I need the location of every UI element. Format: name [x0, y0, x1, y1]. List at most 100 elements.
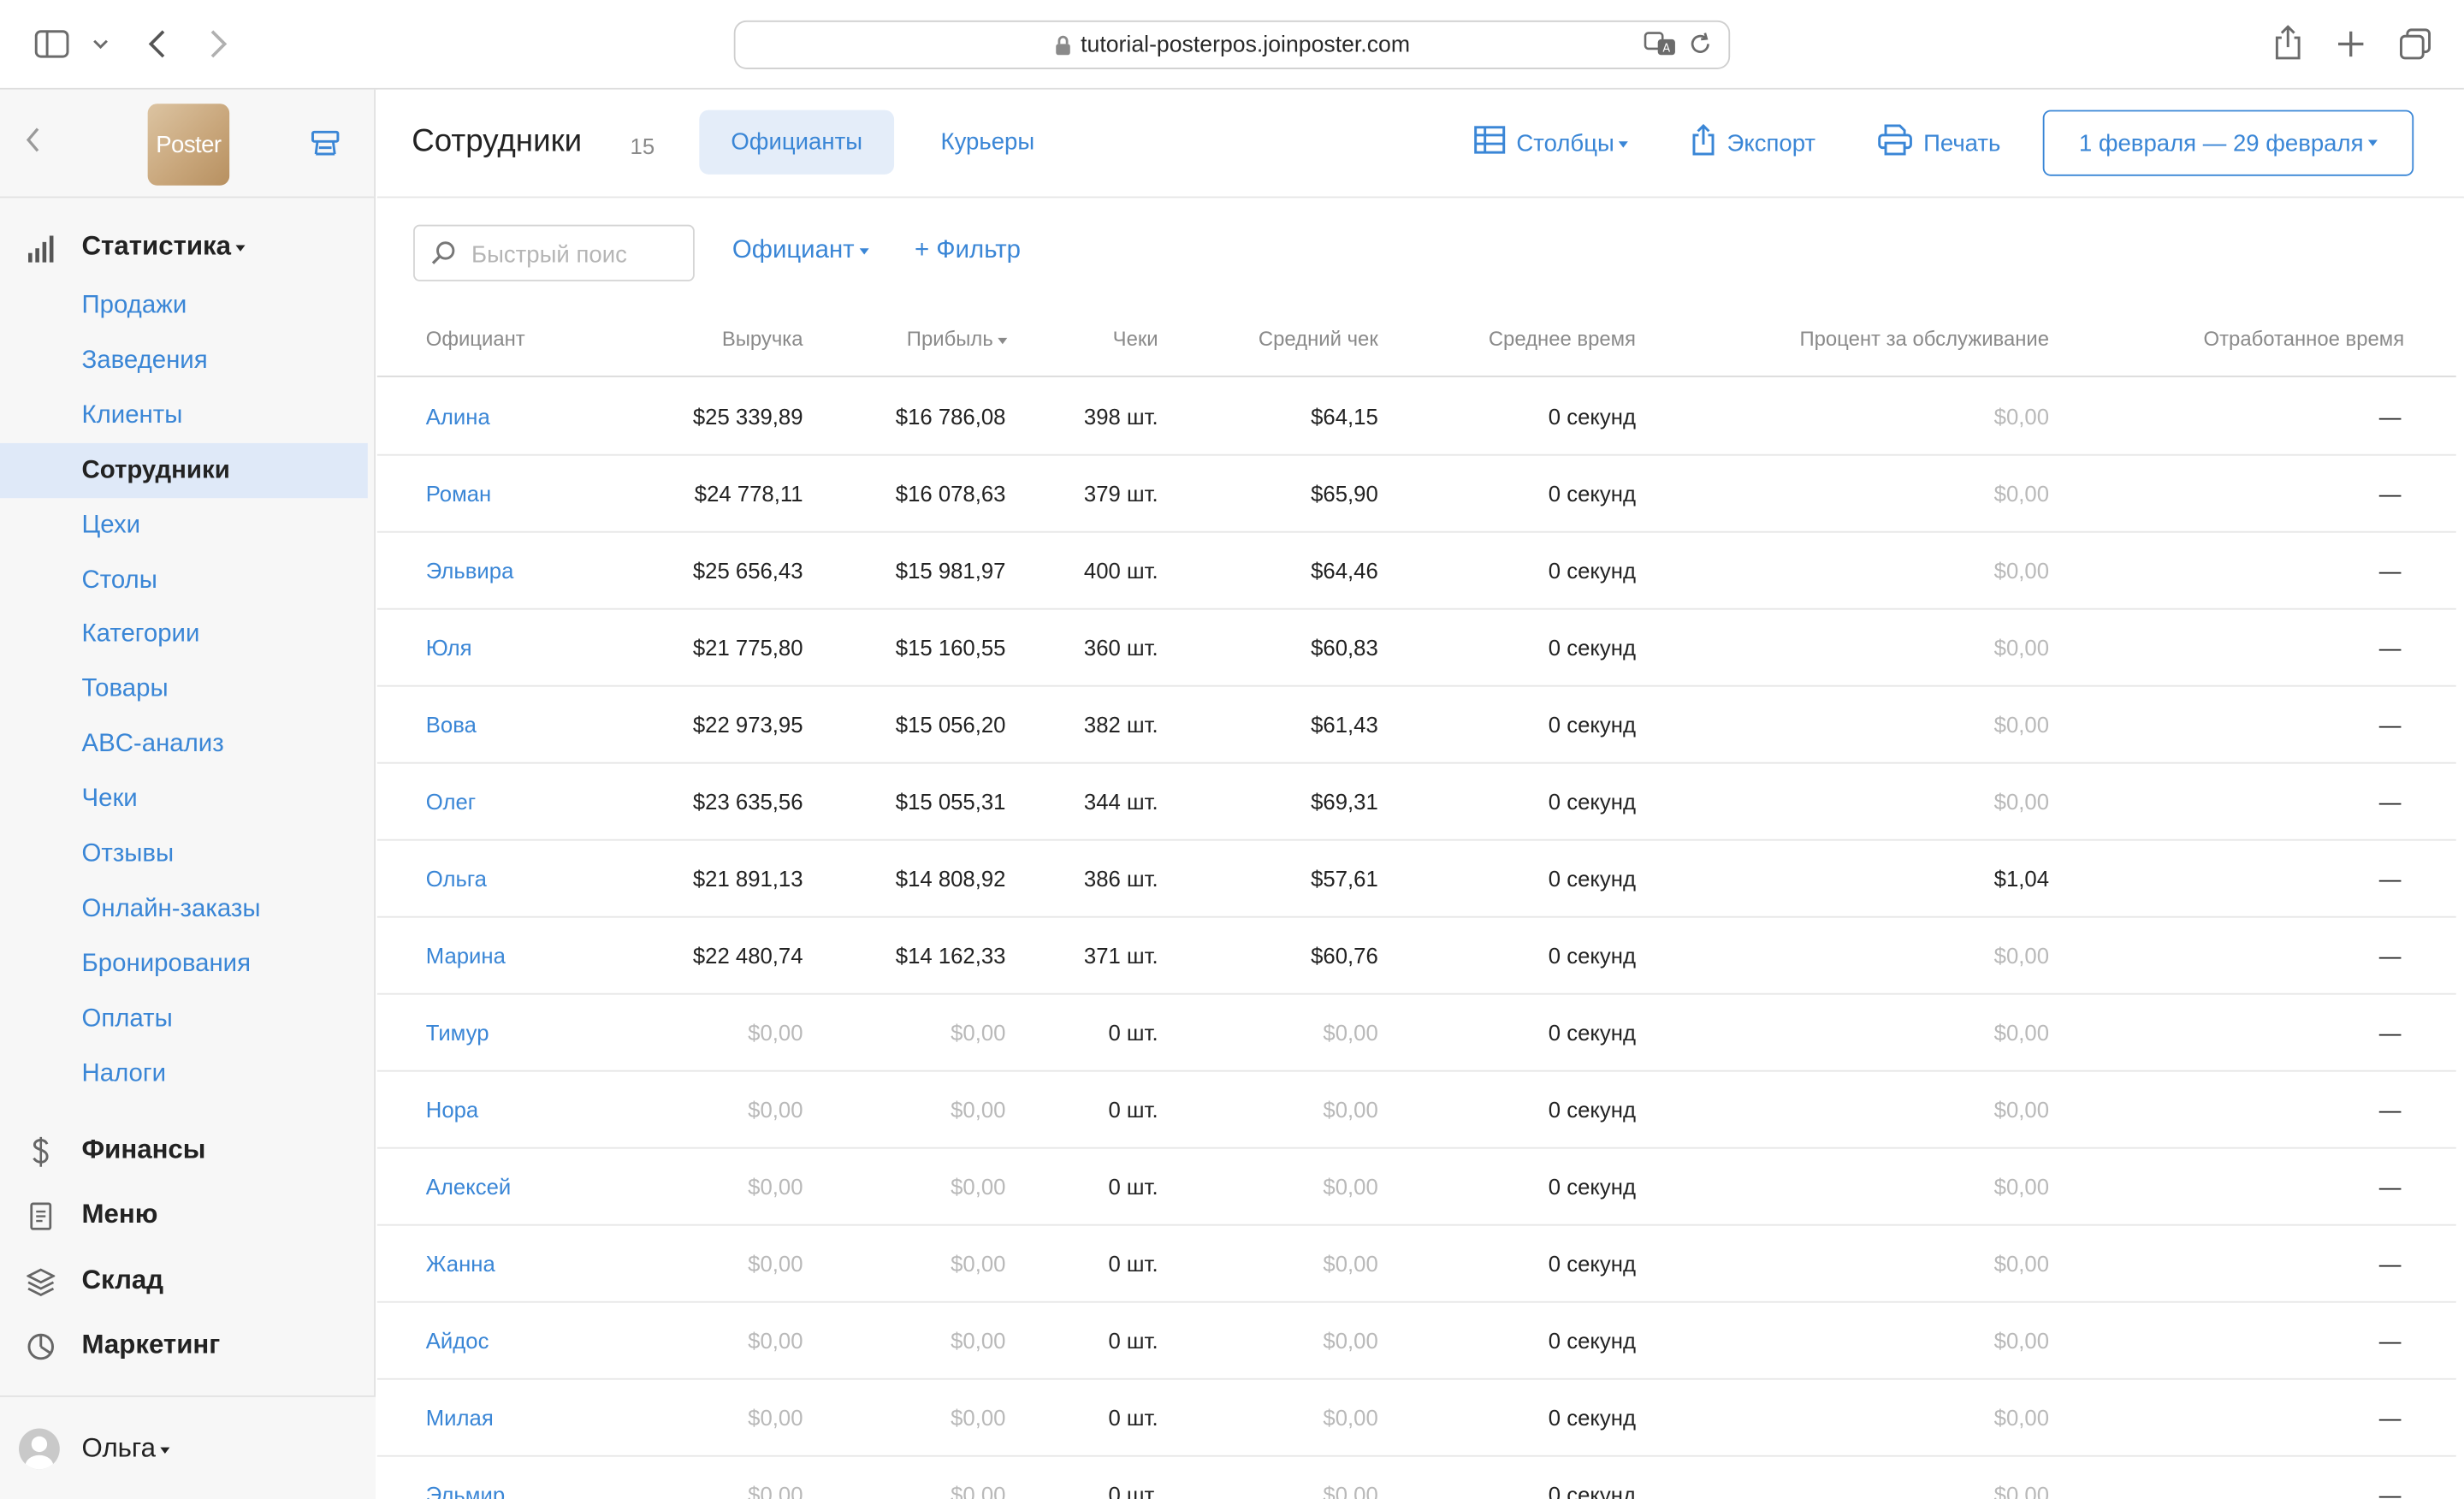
sidebar-section[interactable]: Маркетинг [0, 1317, 376, 1373]
avg-check-cell: $0,00 [1323, 1020, 1378, 1046]
sidebar-item[interactable]: Товары [0, 662, 368, 717]
column-header-checks[interactable]: Чеки [1113, 327, 1158, 351]
profit-cell: $0,00 [951, 1174, 1006, 1200]
employee-name-link[interactable]: Нора [426, 1097, 478, 1122]
search-input[interactable] [471, 235, 684, 274]
revenue-cell: $22 480,74 [692, 943, 803, 969]
forward-arrow-icon[interactable] [199, 25, 237, 62]
employee-name-link[interactable]: Юля [426, 635, 472, 660]
sidebar-item[interactable]: Цехи [0, 497, 368, 552]
avg-check-cell: $0,00 [1323, 1482, 1378, 1499]
worked-time-cell: — [2378, 404, 2402, 430]
tab-couriers[interactable]: Курьеры [913, 110, 1062, 175]
employee-name-link[interactable]: Эльмир [426, 1482, 505, 1499]
avg-time-cell: 0 секунд [1548, 789, 1637, 815]
revenue-cell: $0,00 [748, 1328, 803, 1354]
tabs-overview-icon[interactable] [2396, 25, 2434, 62]
checks-cell: 400 шт. [1083, 558, 1158, 584]
chevron-down-icon[interactable] [82, 25, 120, 62]
employee-name-link[interactable]: Айдос [426, 1328, 489, 1353]
waiter-filter-dropdown[interactable]: Официант [732, 237, 869, 265]
column-header-revenue[interactable]: Выручка [722, 327, 803, 351]
bar-chart-icon [25, 233, 56, 264]
profit-cell: $0,00 [951, 1405, 1006, 1431]
service-percent-cell: $0,00 [1993, 558, 2050, 584]
brand-logo[interactable]: Poster [147, 104, 230, 186]
tab-waiters[interactable]: Официанты [699, 110, 895, 175]
employee-name-link[interactable]: Марина [426, 943, 506, 968]
sidebar-section[interactable]: Склад [0, 1253, 376, 1309]
table-row: Айдос $0,00 $0,00 0 шт. $0,00 0 секунд $0,00 — [376, 1303, 2456, 1380]
sidebar-item[interactable]: Онлайн-заказы [0, 881, 368, 936]
profit-cell: $16 078,63 [895, 481, 1006, 507]
translate-icon[interactable]: A [1644, 32, 1678, 63]
profit-cell: $16 786,08 [895, 404, 1006, 430]
revenue-cell: $0,00 [748, 1174, 803, 1200]
sidebar-section[interactable]: Меню [0, 1187, 376, 1243]
new-tab-icon[interactable] [2332, 25, 2370, 62]
user-menu[interactable]: Ольга [0, 1395, 376, 1499]
employee-name-link[interactable]: Ольга [426, 866, 487, 891]
service-percent-cell: $0,00 [1993, 404, 2050, 430]
revenue-cell: $0,00 [748, 1097, 803, 1123]
service-percent-cell: $0,00 [1993, 635, 2050, 661]
pos-terminal-icon[interactable] [310, 127, 341, 167]
sidebar-item[interactable]: Налоги [0, 1046, 368, 1100]
checks-cell: 386 шт. [1083, 866, 1158, 892]
avg-check-cell: $64,46 [1311, 558, 1378, 584]
reload-icon[interactable] [1688, 32, 1713, 63]
avg-check-cell: $60,83 [1311, 635, 1378, 661]
sidebar-toggle-icon[interactable] [33, 25, 71, 62]
avg-time-cell: 0 секунд [1548, 1020, 1637, 1046]
sidebar-section-label: Маркетинг [81, 1329, 221, 1360]
employee-name-link[interactable]: Милая [426, 1405, 494, 1430]
sidebar-section[interactable]: Финансы [0, 1122, 376, 1178]
revenue-cell: $0,00 [748, 1405, 803, 1431]
sidebar-item[interactable]: Бронирования [0, 936, 368, 991]
add-filter-button[interactable]: + Фильтр [915, 237, 1021, 265]
sidebar-item[interactable]: Сотрудники [0, 442, 368, 498]
sidebar-section-statistics[interactable]: Статистика [0, 218, 376, 275]
column-header-waiter[interactable]: Официант [426, 327, 525, 351]
sidebar-item[interactable]: Чеки [0, 772, 368, 827]
sidebar-item[interactable]: Клиенты [0, 388, 368, 442]
export-button[interactable]: Экспорт [1691, 123, 1815, 162]
service-percent-cell: $0,00 [1993, 1328, 2050, 1354]
avg-check-cell: $60,76 [1311, 943, 1378, 969]
table-row: Милая $0,00 $0,00 0 шт. $0,00 0 секунд $0,00 — [376, 1380, 2456, 1457]
column-header-avg-time[interactable]: Среднее время [1489, 327, 1636, 351]
sidebar-item[interactable]: Категории [0, 607, 368, 662]
date-range-picker[interactable]: 1 февраля — 29 февраля [2042, 110, 2414, 176]
sidebar-item[interactable]: Продажи [0, 278, 368, 333]
employee-name-link[interactable]: Вова [426, 712, 477, 737]
employee-name-link[interactable]: Эльвира [426, 558, 514, 583]
sidebar: Poster Статистика Продажи Заведения Клиент… [0, 89, 376, 1499]
columns-button[interactable]: Столбцы [1474, 124, 1629, 162]
column-header-service-percent[interactable]: Процент за обслуживание [1799, 327, 2049, 351]
employee-name-link[interactable]: Тимур [426, 1020, 489, 1045]
sidebar-item[interactable]: ABC-анализ [0, 717, 368, 772]
revenue-cell: $21 775,80 [692, 635, 803, 661]
back-arrow-icon[interactable] [139, 25, 176, 62]
profit-cell: $14 808,92 [895, 866, 1006, 892]
sidebar-item[interactable]: Столы [0, 553, 368, 607]
employee-name-link[interactable]: Роман [426, 481, 492, 506]
collapse-sidebar-icon[interactable] [25, 127, 40, 161]
employee-name-link[interactable]: Алексей [426, 1174, 512, 1199]
column-header-avg-check[interactable]: Средний чек [1259, 327, 1378, 351]
sidebar-item[interactable]: Оплаты [0, 991, 368, 1046]
employee-name-link[interactable]: Олег [426, 789, 476, 814]
profit-cell: $0,00 [951, 1328, 1006, 1354]
employee-name-link[interactable]: Жанна [426, 1251, 495, 1276]
sidebar-item[interactable]: Заведения [0, 333, 368, 388]
print-button[interactable]: Печать [1878, 124, 2000, 162]
share-icon[interactable] [2269, 24, 2307, 62]
browser-toolbar: tutorial-posterpos.joinposter.com A [0, 0, 2464, 90]
service-percent-cell: $1,04 [1993, 866, 2050, 892]
avg-time-cell: 0 секунд [1548, 558, 1637, 584]
address-bar[interactable]: tutorial-posterpos.joinposter.com A [733, 20, 1731, 69]
sidebar-item[interactable]: Отзывы [0, 827, 368, 881]
column-header-worked-time[interactable]: Отработанное время [2204, 327, 2405, 351]
employee-name-link[interactable]: Алина [426, 404, 490, 429]
column-header-profit[interactable]: Прибыль [907, 327, 1008, 351]
